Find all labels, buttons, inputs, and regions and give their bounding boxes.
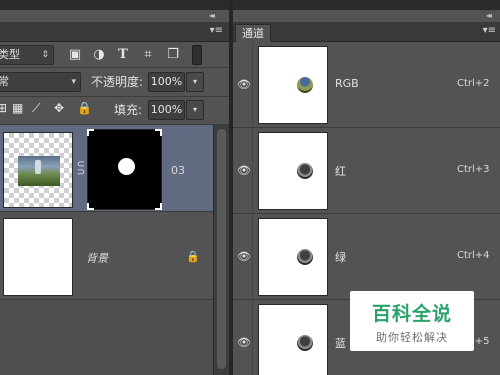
visibility-column[interactable]: 👁 xyxy=(233,42,253,128)
layer-row-selected[interactable]: ⊂ ⊃ 03 xyxy=(0,125,213,212)
link-icon[interactable]: ⊂ ⊃ xyxy=(76,160,86,178)
channel-thumbnail xyxy=(258,46,328,124)
layer-photo-thumbnail xyxy=(18,156,60,186)
adjustment-filter-icon[interactable]: ◑ xyxy=(90,46,108,64)
watermark-subtitle: 助你轻松解决 xyxy=(376,331,448,344)
blend-opacity-row: 常 ▾ 不透明度: 100% ▾ xyxy=(0,68,229,97)
channel-thumbnail-dot xyxy=(297,249,313,265)
opacity-input[interactable]: 100% xyxy=(148,72,185,92)
lock-transparent-icon[interactable]: ⊞ xyxy=(0,101,7,115)
collapse-panel-icon[interactable]: ◂◂ xyxy=(486,11,492,20)
opacity-label: 不透明度: xyxy=(91,75,144,89)
panel-menu-icon[interactable]: ▾≡ xyxy=(210,25,223,36)
scrollbar-thumb[interactable] xyxy=(217,129,226,369)
layer-mask-thumbnail[interactable] xyxy=(87,129,162,210)
fill-label: 填充: xyxy=(114,103,143,117)
type-filter-icon[interactable]: T xyxy=(114,46,132,64)
channel-shortcut: Ctrl+2 xyxy=(457,78,490,89)
mask-corner-tl xyxy=(87,129,94,136)
channel-thumbnail xyxy=(258,132,328,210)
background-thumbnail[interactable] xyxy=(3,218,73,296)
layers-panel: ◂◂ ▾≡ 类型 ⇕ ▣ ◑ T ⌗ ❐ 常 ▾ 不透明度: 100% ▾ ⊞ … xyxy=(0,0,229,375)
lock-brush-icon[interactable]: ⟋ xyxy=(32,101,40,116)
layers-scrollbar[interactable] xyxy=(213,125,229,375)
channel-thumbnail xyxy=(258,304,328,375)
layer-thumbnail[interactable] xyxy=(3,132,73,208)
image-filter-icon[interactable]: ▣ xyxy=(66,46,84,64)
channels-tab-bar: 通道 ▾≡ xyxy=(233,22,500,42)
channel-thumbnail-dot xyxy=(297,335,313,351)
filter-kind-value: 类型 xyxy=(0,48,20,61)
smart-object-filter-icon[interactable]: ❐ xyxy=(164,46,182,64)
watermark-logo: 百科全说 助你轻松解决 xyxy=(350,291,474,351)
collapse-panel-icon[interactable]: ◂◂ xyxy=(209,11,215,20)
select-arrow-icon: ▾ xyxy=(71,77,76,87)
channel-thumbnail-dot xyxy=(297,77,313,93)
lock-image-pixels-icon[interactable]: ▦ xyxy=(12,101,23,115)
channel-row-red[interactable]: 👁 红 Ctrl+3 xyxy=(233,128,500,214)
visibility-column[interactable]: 👁 xyxy=(233,128,253,214)
fill-input[interactable]: 100% xyxy=(148,100,185,120)
blend-mode-select[interactable]: 常 ▾ xyxy=(0,72,81,92)
channel-shortcut: Ctrl+3 xyxy=(457,164,490,175)
eye-icon[interactable]: 👁 xyxy=(237,78,251,91)
channel-row-rgb[interactable]: 👁 RGB Ctrl+2 xyxy=(233,42,500,128)
eye-icon[interactable]: 👁 xyxy=(237,336,251,349)
channel-row-green[interactable]: 👁 绿 Ctrl+4 xyxy=(233,214,500,300)
channel-thumbnail-dot xyxy=(297,163,313,179)
channel-shortcut: Ctrl+4 xyxy=(457,250,490,261)
layer-row-background[interactable]: 背景 🔒 xyxy=(0,212,213,300)
tab-channels[interactable]: 通道 xyxy=(235,24,271,42)
layer-filter-row: 类型 ⇕ ▣ ◑ T ⌗ ❐ xyxy=(0,42,229,68)
filter-kind-select[interactable]: 类型 ⇕ xyxy=(0,45,54,65)
layer-name[interactable]: 背景 xyxy=(86,250,108,266)
lock-position-icon[interactable]: ✥ xyxy=(54,101,64,115)
layers-panel-top-bar xyxy=(0,0,229,10)
layers-empty-area xyxy=(0,300,213,375)
visibility-column[interactable]: 👁 xyxy=(233,300,253,375)
panel-menu-icon[interactable]: ▾≡ xyxy=(483,25,496,36)
mask-white-circle xyxy=(118,158,135,175)
visibility-column[interactable]: 👁 xyxy=(233,214,253,300)
mask-corner-bl xyxy=(87,203,94,210)
channels-panel-top-bar xyxy=(233,0,500,10)
blend-mode-value: 常 xyxy=(0,75,9,88)
watermark-title: 百科全说 xyxy=(371,303,452,325)
channel-thumbnail xyxy=(258,218,328,296)
eye-icon[interactable]: 👁 xyxy=(237,250,251,263)
layer-name[interactable]: 03 xyxy=(171,164,185,177)
eye-icon[interactable]: 👁 xyxy=(237,164,251,177)
select-arrow-icon: ⇕ xyxy=(41,50,49,60)
channel-name: 红 xyxy=(335,165,346,178)
shape-filter-icon[interactable]: ⌗ xyxy=(139,46,157,64)
channel-name: 绿 xyxy=(335,251,346,264)
lock-all-icon[interactable]: 🔒 xyxy=(77,101,92,115)
channel-name: 蓝 xyxy=(335,337,346,350)
mask-corner-br xyxy=(155,203,162,210)
mask-corner-tr xyxy=(155,129,162,136)
layer-lock-icon: 🔒 xyxy=(186,250,200,263)
lock-fill-row: ⊞ ▦ ⟋ ✥ 🔒 填充: 100% ▾ xyxy=(0,97,229,125)
opacity-dropdown-button[interactable]: ▾ xyxy=(186,72,204,92)
filter-toggle-icon[interactable] xyxy=(192,45,202,65)
channel-name: RGB xyxy=(335,77,359,90)
fill-dropdown-button[interactable]: ▾ xyxy=(186,100,204,120)
layers-tab-bar: ▾≡ xyxy=(0,22,229,42)
